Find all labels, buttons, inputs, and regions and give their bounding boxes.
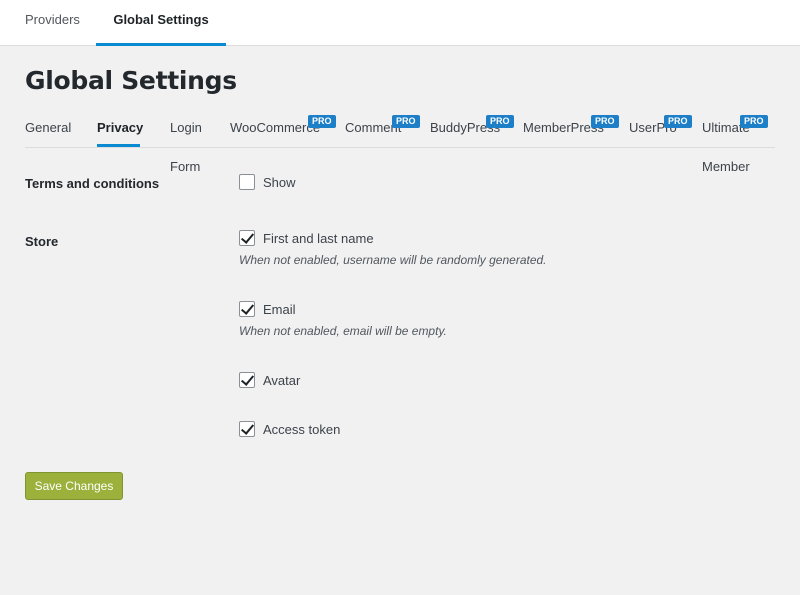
pro-badge: PRO xyxy=(308,115,336,128)
store-name-checkbox[interactable] xyxy=(239,230,255,246)
tab-providers[interactable]: Providers xyxy=(25,0,80,46)
store-name-option: First and last name xyxy=(239,229,374,247)
subtab-login-form-second-line[interactable]: Form xyxy=(170,159,200,175)
terms-show-option: Show xyxy=(239,173,296,191)
store-access-token-label: Access token xyxy=(263,421,341,437)
subtab-ultimate-member[interactable]: Ultimate PRO xyxy=(702,115,768,136)
subtab-buddypress[interactable]: BuddyPress PRO xyxy=(430,115,514,136)
store-label: Store xyxy=(25,234,59,249)
store-access-token-checkbox[interactable] xyxy=(239,421,255,437)
pro-badge: PRO xyxy=(486,115,514,128)
subtab-memberpress[interactable]: MemberPress PRO xyxy=(523,115,619,136)
subtab-woocommerce-label: WooCommerce xyxy=(230,120,321,135)
store-email-description: When not enabled, email will be empty. xyxy=(239,324,447,338)
subtab-general[interactable]: General xyxy=(25,120,71,136)
save-changes-button[interactable]: Save Changes xyxy=(25,472,123,500)
store-avatar-checkbox[interactable] xyxy=(239,372,255,388)
pro-badge: PRO xyxy=(591,115,619,128)
top-navigation: Providers Global Settings xyxy=(0,0,800,46)
terms-show-checkbox[interactable] xyxy=(239,174,255,190)
page-title: Global Settings xyxy=(25,66,237,95)
store-name-label: First and last name xyxy=(263,230,374,246)
subtab-ultimate-member-second-line[interactable]: Member xyxy=(702,159,750,175)
store-email-checkbox[interactable] xyxy=(239,301,255,317)
pro-badge: PRO xyxy=(664,115,692,128)
terms-show-label: Show xyxy=(263,174,296,190)
store-email-label: Email xyxy=(263,301,296,317)
store-avatar-label: Avatar xyxy=(263,372,301,388)
subtab-woocommerce[interactable]: WooCommerce PRO xyxy=(230,115,336,136)
subtab-comment[interactable]: Comment PRO xyxy=(345,115,420,136)
store-email-option: Email xyxy=(239,300,296,318)
subtab-login-form[interactable]: Login xyxy=(170,120,202,136)
settings-subtabs: General Privacy Login WooCommerce PRO Co… xyxy=(25,108,775,148)
pro-badge: PRO xyxy=(740,115,768,128)
subtab-privacy[interactable]: Privacy xyxy=(97,120,143,136)
active-subtab-indicator xyxy=(97,144,140,147)
store-name-description: When not enabled, username will be rando… xyxy=(239,253,547,267)
store-avatar-option: Avatar xyxy=(239,371,300,389)
tab-global-settings[interactable]: Global Settings xyxy=(96,0,226,46)
terms-label: Terms and conditions xyxy=(25,176,160,191)
store-access-token-option: Access token xyxy=(239,420,340,438)
pro-badge: PRO xyxy=(392,115,420,128)
subtab-userpro[interactable]: UserPro PRO xyxy=(629,115,692,136)
